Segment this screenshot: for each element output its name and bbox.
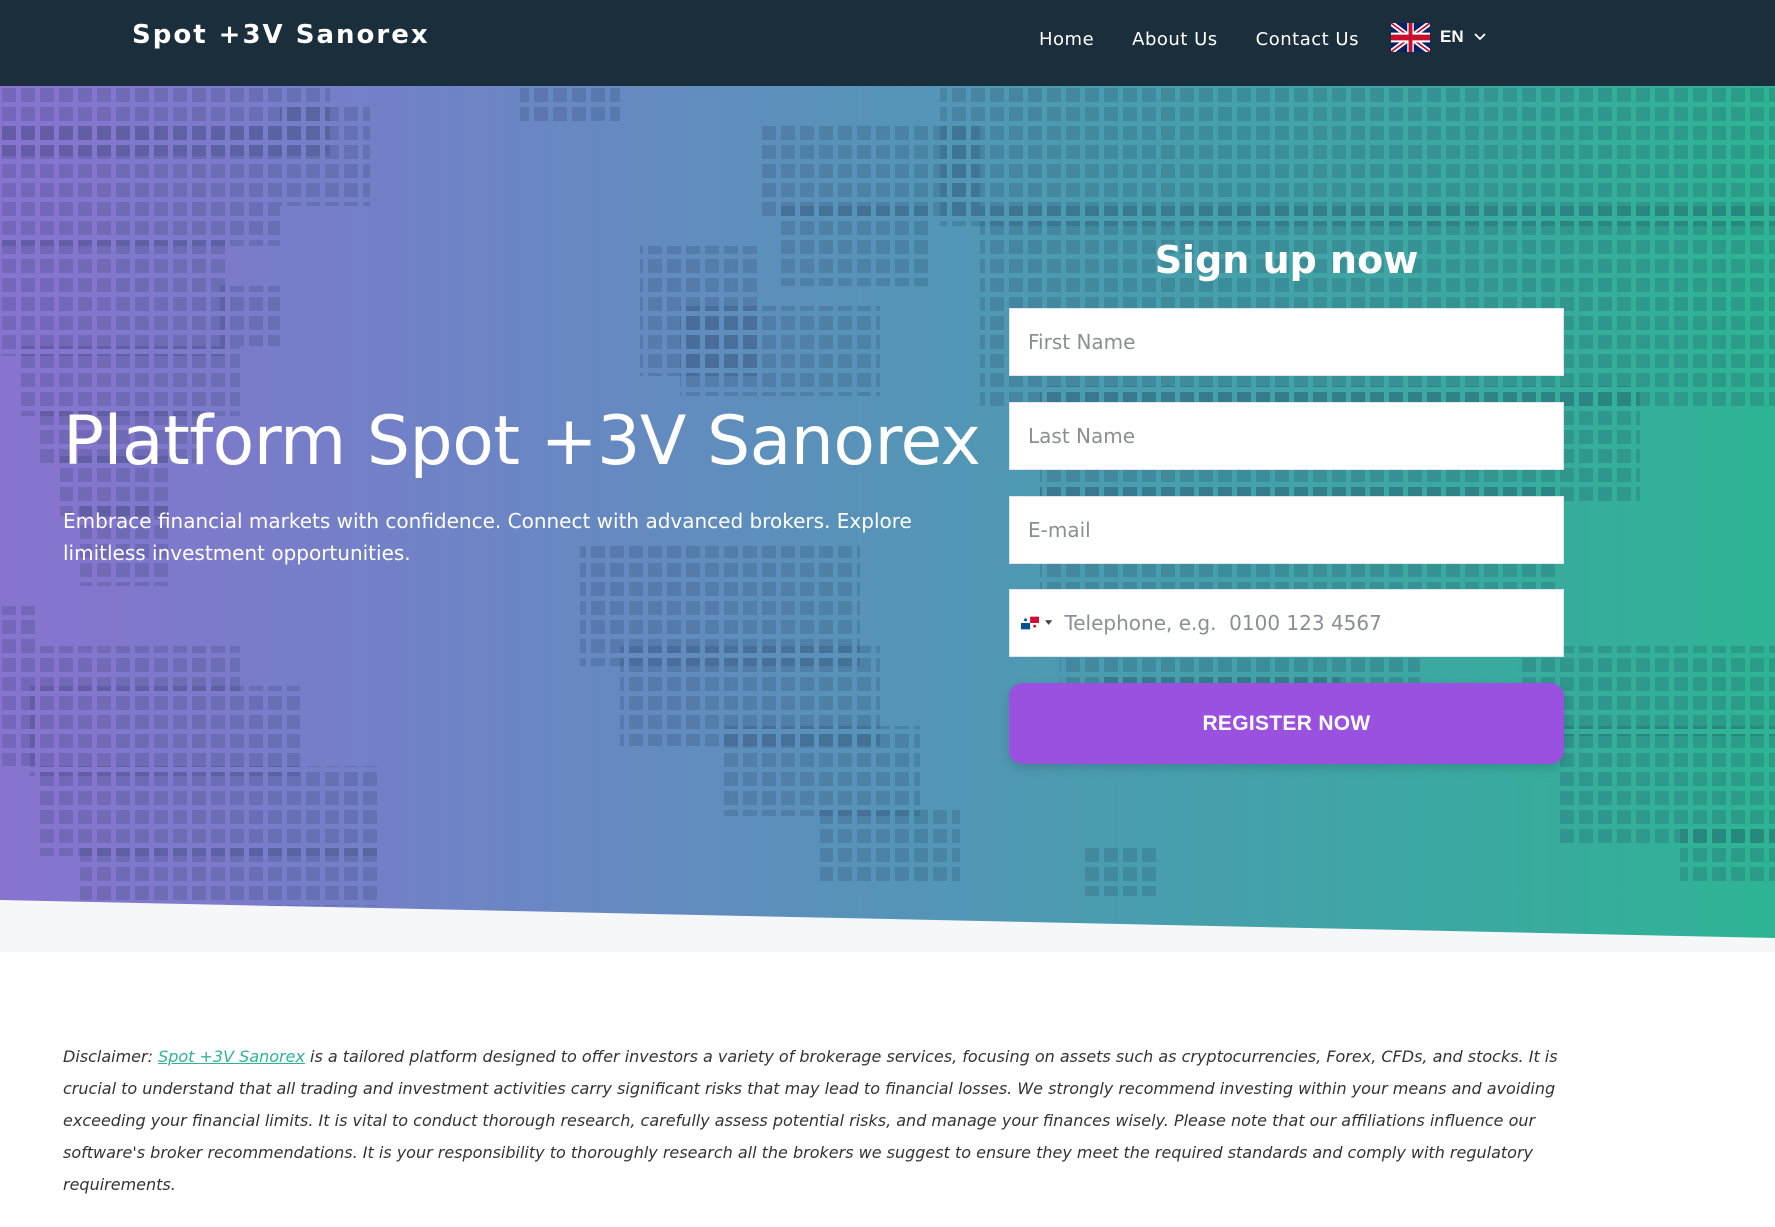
disclaimer-prefix: Disclaimer:: [63, 1047, 159, 1066]
last-name-input[interactable]: [1010, 403, 1563, 469]
brand-logo-text[interactable]: Spot +3V Sanorex: [132, 20, 430, 50]
nav-link-home[interactable]: Home: [1039, 29, 1094, 50]
phone-field-wrapper: [1009, 589, 1564, 657]
hero-section: Platform Spot +3V Sanorex Embrace financ…: [0, 86, 1775, 938]
nav-link-about-us[interactable]: About Us: [1132, 29, 1218, 50]
top-navbar: Spot +3V Sanorex Home About Us Contact U…: [0, 0, 1775, 86]
chevron-down-icon: [1473, 33, 1486, 41]
disclaimer-body: is a tailored platform designed to offer…: [63, 1047, 1558, 1194]
register-now-button[interactable]: REGISTER NOW: [1009, 683, 1564, 764]
language-selector[interactable]: EN: [1391, 21, 1486, 53]
disclaimer-brand-link[interactable]: Spot +3V Sanorex: [158, 1047, 305, 1066]
signup-title: Sign up now: [1154, 238, 1419, 282]
last-name-field-wrapper: [1009, 402, 1564, 470]
phone-field: [1010, 590, 1563, 656]
uk-flag-icon: [1391, 22, 1430, 52]
caret-down-icon[interactable]: [1045, 620, 1053, 626]
nav-links: Home About Us Contact Us: [1039, 25, 1397, 53]
panama-flag-icon[interactable]: [1021, 616, 1040, 630]
phone-input[interactable]: [1058, 590, 1563, 656]
email-input[interactable]: [1010, 497, 1563, 563]
nav-link-contact-us[interactable]: Contact Us: [1256, 29, 1359, 50]
disclaimer-text: Disclaimer: Spot +3V Sanorex is a tailor…: [63, 1041, 1563, 1201]
hero-subtitle: Embrace financial markets with confidenc…: [63, 509, 912, 565]
email-field-wrapper: [1009, 496, 1564, 564]
language-label: EN: [1440, 27, 1464, 46]
first-name-input[interactable]: [1010, 309, 1563, 375]
hero-title: Platform Spot +3V Sanorex: [63, 402, 981, 481]
first-name-field-wrapper: [1009, 308, 1564, 376]
